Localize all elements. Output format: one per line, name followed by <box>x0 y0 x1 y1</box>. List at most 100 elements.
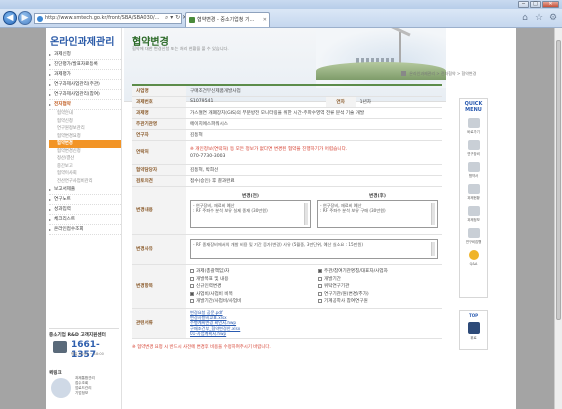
support-hours: 평일 09:00 ~ 18:00 <box>71 352 104 356</box>
change-item-option[interactable]: 주관/참여기관명칭/대표자/사업자 <box>318 268 438 274</box>
sidebar-item-e-agreement[interactable]: 전자협약 <box>49 100 121 110</box>
change-item-label: 개발목표 및 내용 <box>196 276 229 282</box>
before-textarea[interactable]: - 연구장비, 재료비 예산 : RF 주파수 분석 보유 실제 종재 (30만… <box>190 199 311 228</box>
back-arrow-icon[interactable]: ◀ <box>3 11 17 25</box>
close-window-button[interactable]: ✕ <box>542 1 559 8</box>
sidebar-item-diagnosis[interactable]: 진단평가/발표자료등록 <box>49 60 121 70</box>
sidebar-subitem[interactable]: 협약안내 <box>49 110 121 118</box>
textarea-scrollbar[interactable] <box>304 202 308 225</box>
after-text: - 연구장비, 재료비 예산 : RF 주파수 분석 보유 구매 (30만원) <box>320 202 386 214</box>
sidebar-item-participant-mgmt[interactable]: 연구과제사업관리(참여) <box>49 90 121 100</box>
attachment-link[interactable]: 01-사업계획서.hwp <box>190 331 438 336</box>
review-label: 검토의견 <box>132 175 186 187</box>
checkbox[interactable] <box>318 276 322 281</box>
checkbox[interactable] <box>190 269 194 273</box>
project-name-value: 구매조건부신제품개발사업 <box>186 85 442 97</box>
quick-item[interactable]: Q&A <box>460 250 487 267</box>
page-scrollbar[interactable] <box>554 28 562 409</box>
after-textarea[interactable]: - 연구장비, 재료비 예산 : RF 주파수 분석 보유 구매 (30만원) <box>317 199 438 228</box>
address-controls[interactable]: ⌕ ▾ ↻ ✕ <box>165 14 187 22</box>
change-item-option[interactable]: 과제(총괄책임)자 <box>190 268 310 274</box>
forward-arrow-icon[interactable]: ▶ <box>18 11 32 25</box>
quick-item[interactable]: 협약서 <box>460 162 487 179</box>
quick-item[interactable]: 과제현황 <box>460 184 487 201</box>
maximize-button[interactable]: □ <box>530 1 541 8</box>
quick-item[interactable]: 연구장비 <box>460 140 487 157</box>
sidebar-subitem-active[interactable]: 협약변경 <box>49 140 121 148</box>
reason-textarea[interactable]: - RF 종재장비에서의 개발 비용 및 기간 증가(변경) 사유 (5월중, … <box>190 239 438 259</box>
project-no-label: 과제번호 <box>132 96 186 108</box>
change-item-option[interactable]: 기계공학사 참여연구원 <box>318 298 438 304</box>
scroll-top-box[interactable]: TOP 위로 <box>459 310 488 350</box>
before-text: - 연구장비, 재료비 예산 : RF 주파수 분석 보유 실제 종재 (30만… <box>193 202 268 214</box>
checkbox[interactable] <box>190 276 194 281</box>
contact-note: ※ 개인정보(연락처) 등 모든 정보가 없다면 변경된 협약을 진행하기가 어… <box>190 146 348 152</box>
sidebar-subitem[interactable]: 협약신청 <box>49 118 121 126</box>
scrollbar-thumb[interactable] <box>556 40 561 320</box>
project-no-value: S1079541 <box>186 96 326 108</box>
sidebar-subitem[interactable]: 협약이사회 <box>49 170 121 178</box>
sidebar-subitem[interactable]: 전산연구사업비관리 <box>49 178 121 186</box>
sidebar-subitem[interactable]: 정산/결산 <box>49 155 121 163</box>
attach-label: 관련서류 <box>132 308 186 339</box>
task-name-label: 과제명 <box>132 107 186 119</box>
checkbox[interactable] <box>318 284 322 288</box>
sidebar-item-checklist[interactable]: 체크리스트 <box>49 215 121 225</box>
change-item-option[interactable]: 개발목표 및 내용 <box>190 276 310 282</box>
change-item-label: 연구기관/원(변경/추가) <box>324 291 369 297</box>
reason-text: - RF 종재장비에서의 개발 비용 및 기간 증가(변경) 사유 (5월중, … <box>193 242 364 247</box>
sidebar-item-outcome[interactable]: 성과입력 <box>49 205 121 215</box>
sidebar-item-report[interactable]: 보고서제출 <box>49 185 121 195</box>
browser-tab[interactable]: 협약변경 - 중소기업청 기... ✕ <box>185 12 270 27</box>
change-item-option[interactable]: 연구기관/원(변경/추가) <box>318 291 438 297</box>
quick-item-label: 과제정보 <box>467 218 480 222</box>
support-phone-number: 1661-1357 <box>71 340 100 360</box>
change-item-option[interactable]: 위탁연구기관 <box>318 283 438 289</box>
checkbox[interactable] <box>190 291 194 296</box>
textarea-scrollbar[interactable] <box>431 202 435 225</box>
attach-cell: 변경요청 공문.pdf 변경사항비교표.xlsx 수행계획변경 확인서.hwp … <box>186 308 442 339</box>
sidebar-subitem[interactable]: 협약변경신청 <box>49 148 121 156</box>
quick-item-label: Q&A <box>469 262 478 266</box>
task-name-value: 가스절연 개폐장치(GIS)의 부분방전 모니터링을 위한 시간-주파수영역 전… <box>186 107 442 119</box>
sidebar-item-research-note[interactable]: 연구노트 <box>49 195 121 205</box>
tab-close-icon[interactable]: ✕ <box>263 13 267 27</box>
settings-gear-icon[interactable]: ⚙ <box>548 13 558 23</box>
quick-item[interactable]: 바로가기 <box>460 118 487 135</box>
favorites-star-icon[interactable]: ☆ <box>534 13 544 23</box>
sidebar-item-lead-mgmt[interactable]: 연구과제사업관리(주관) <box>49 80 121 90</box>
checkbox[interactable] <box>190 299 194 303</box>
reason-label: 변경사유 <box>132 234 186 265</box>
windmill-icon <box>399 32 401 66</box>
contact-label: 연락처 <box>132 140 186 165</box>
change-item-option[interactable]: 개발기간/사업비/사업비 <box>190 298 310 304</box>
change-item-option[interactable]: 개발기간 <box>318 276 438 282</box>
browser-toolbar: ◀ ▶ http://www.smtech.go.kr/front/SBA/SB… <box>0 9 562 28</box>
quick-item[interactable]: 과제정보 <box>460 206 487 223</box>
sidebar-subitem[interactable]: 협약변경요청 <box>49 133 121 141</box>
change-item-label: 사업비/사업비 비목 <box>196 291 233 297</box>
equipment-icon <box>467 140 480 150</box>
checkbox[interactable] <box>318 291 322 296</box>
checkbox[interactable] <box>318 299 322 303</box>
checkbox[interactable] <box>190 284 194 288</box>
sidebar-item-online-receipt[interactable]: 온라인접수조회 <box>49 225 121 235</box>
change-item-option[interactable]: 사업비/사업비 비목 <box>190 291 310 297</box>
sidebar-subitem[interactable]: 연구원정보관리 <box>49 125 121 133</box>
change-item-option[interactable]: 신규인력변경 <box>190 283 310 289</box>
sidebar-item-apply[interactable]: 과제신청 <box>49 50 121 60</box>
sidebar-item-evaluation[interactable]: 과제평가 <box>49 70 121 80</box>
sidebar-subitem[interactable]: 중간보고 <box>49 163 121 171</box>
home-icon[interactable] <box>401 71 406 76</box>
home-icon[interactable]: ⌂ <box>520 13 530 23</box>
qna-icon <box>468 250 479 260</box>
change-content-label: 변경내용 <box>132 186 186 235</box>
minimize-button[interactable]: ─ <box>518 1 529 8</box>
checkbox[interactable] <box>318 269 322 273</box>
address-bar[interactable]: http://www.smtech.go.kr/front/SBA/SBA030… <box>34 13 182 24</box>
change-item-label: 위탁연구기관 <box>324 284 350 289</box>
textarea-scrollbar[interactable] <box>431 242 435 256</box>
page-description: 협약에 대한 변경신청 또는 처리 현황을 볼 수 있습니다. <box>132 46 229 51</box>
top-title: TOP <box>468 313 479 318</box>
quick-item[interactable]: 연구비집행 <box>460 228 487 245</box>
